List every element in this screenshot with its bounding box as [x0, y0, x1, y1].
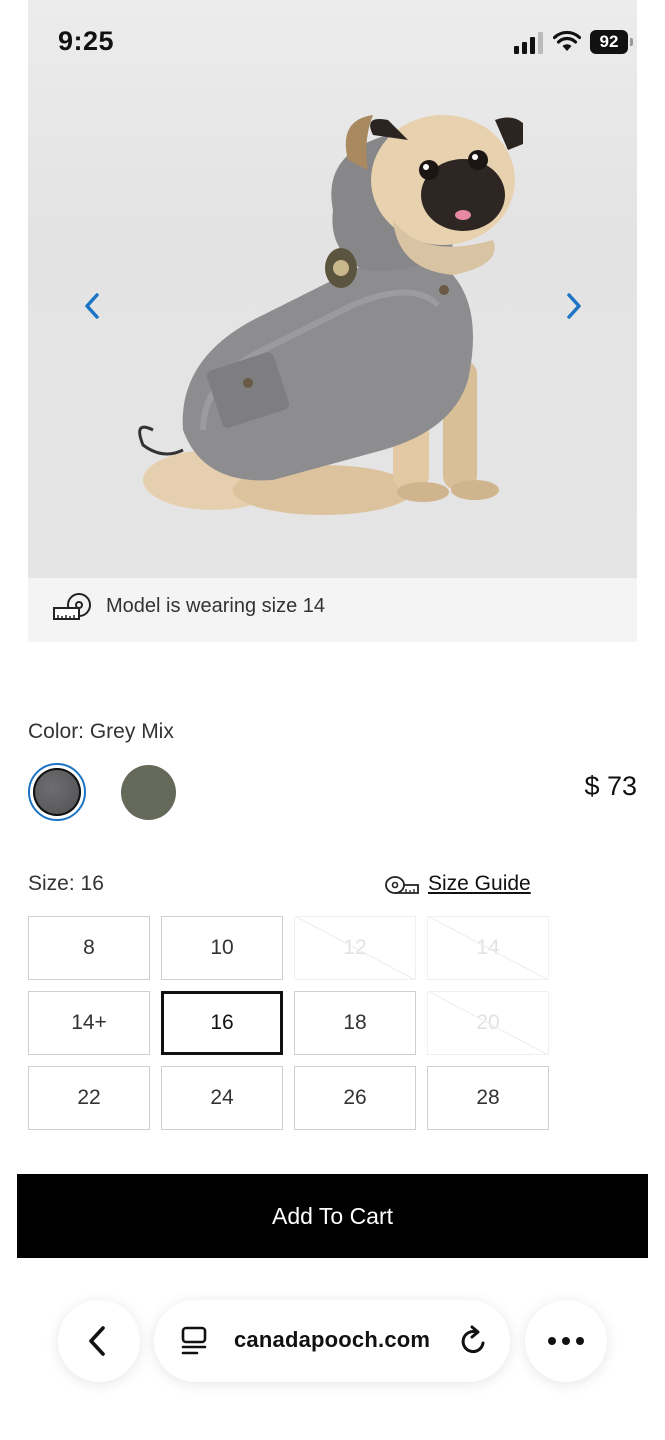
page-menu-icon[interactable]	[179, 1325, 209, 1357]
size-option-14-unavailable: 14	[427, 916, 549, 980]
model-size-text: Model is wearing size 14	[106, 595, 325, 617]
browser-toolbar: canadapooch.com	[0, 1280, 665, 1440]
size-option-28[interactable]: 28	[427, 1066, 549, 1130]
color-swatch-grey-mix[interactable]	[28, 763, 86, 821]
size-option-22[interactable]: 22	[28, 1066, 150, 1130]
battery-tip	[630, 38, 633, 46]
wifi-icon	[553, 30, 581, 51]
battery-indicator: 92	[590, 30, 628, 54]
size-option-10[interactable]: 10	[161, 916, 283, 980]
product-image-gallery[interactable]	[28, 0, 637, 578]
size-option-14-plus[interactable]: 14+	[28, 991, 150, 1055]
add-to-cart-button[interactable]: Add To Cart	[17, 1174, 648, 1258]
status-bar: 9:25 92	[0, 0, 665, 80]
size-guide-label[interactable]: Size Guide	[428, 872, 531, 896]
reload-icon[interactable]	[458, 1324, 490, 1358]
size-option-24[interactable]: 24	[161, 1066, 283, 1130]
measuring-tape-icon	[385, 876, 419, 894]
status-time: 9:25	[58, 26, 115, 56]
product-price: $ 73	[584, 771, 637, 801]
size-label: Size: 16	[28, 872, 104, 895]
size-option-16-selected[interactable]: 16	[161, 991, 283, 1055]
color-swatch-olive[interactable]	[121, 765, 176, 820]
more-options-button[interactable]	[525, 1300, 607, 1382]
address-bar[interactable]: canadapooch.com	[154, 1300, 510, 1382]
previous-image-arrow-icon[interactable]	[80, 290, 104, 322]
next-image-arrow-icon[interactable]	[562, 290, 586, 322]
model-size-note: Model is wearing size 14	[28, 578, 637, 642]
size-option-12-unavailable: 12	[294, 916, 416, 980]
more-dots-icon	[548, 1337, 584, 1345]
size-option-8[interactable]: 8	[28, 916, 150, 980]
size-option-18[interactable]: 18	[294, 991, 416, 1055]
color-label: Color: Grey Mix	[28, 720, 174, 743]
measuring-tape-icon	[53, 593, 91, 620]
url-text[interactable]: canadapooch.com	[234, 1327, 430, 1353]
back-arrow-icon	[89, 1326, 105, 1356]
product-photo-pug-in-grey-coat	[138, 115, 523, 515]
size-option-26[interactable]: 26	[294, 1066, 416, 1130]
size-option-20-unavailable: 20	[427, 991, 549, 1055]
cellular-signal-icon	[514, 32, 543, 54]
browser-back-button[interactable]	[58, 1300, 140, 1382]
